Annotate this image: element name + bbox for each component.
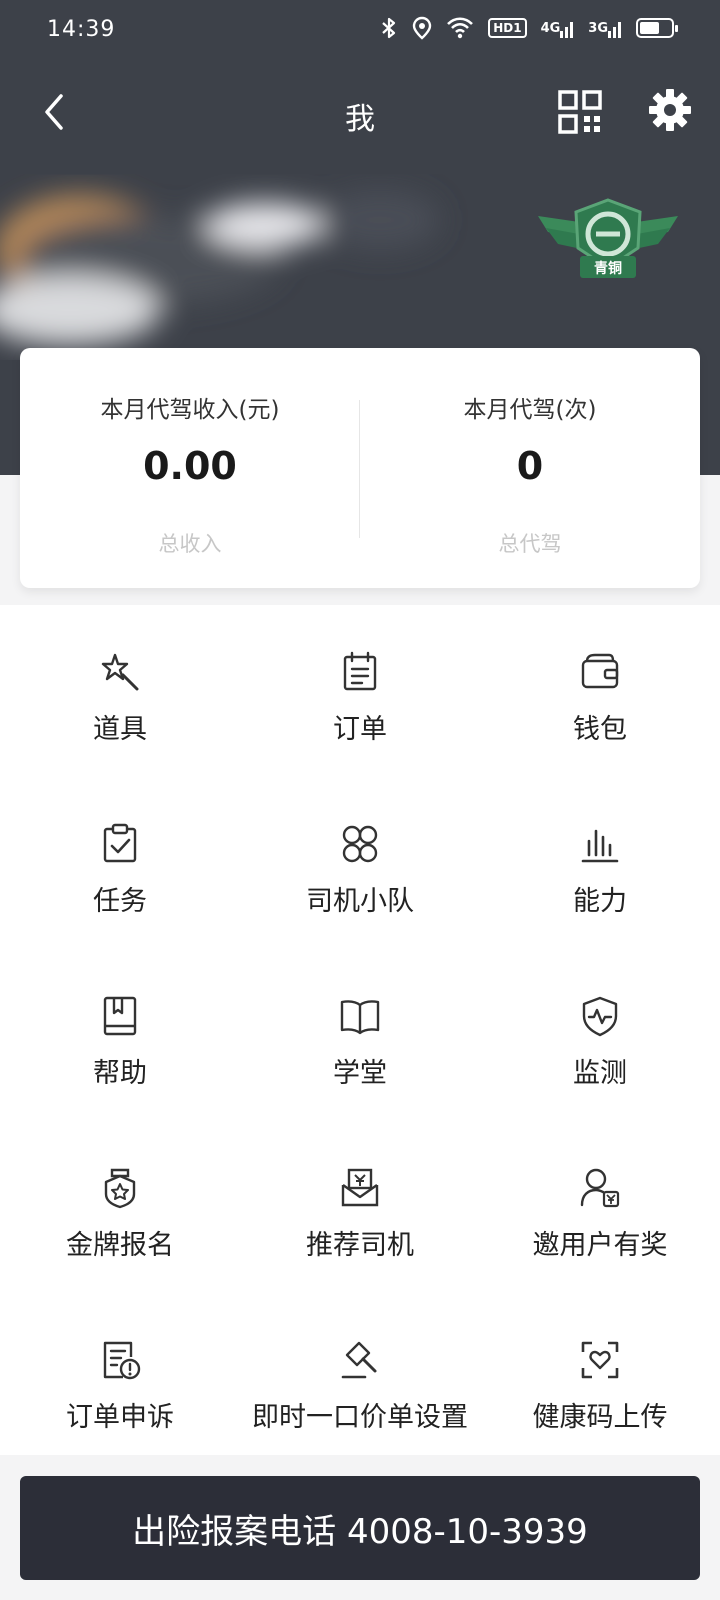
shield-monitor-icon bbox=[579, 995, 621, 1037]
task-icon bbox=[99, 823, 141, 865]
level-badge[interactable]: 青铜 bbox=[538, 196, 678, 288]
monthly-trips-label: 本月代驾(次) bbox=[463, 397, 597, 423]
hd-icon: HD1 bbox=[488, 18, 527, 38]
menu-item-label: 订单 bbox=[333, 714, 387, 745]
avatar[interactable] bbox=[0, 150, 470, 360]
menu-item-help[interactable]: 帮助 bbox=[0, 949, 240, 1121]
menu-item-label: 帮助 bbox=[93, 1058, 147, 1089]
menu-item-label: 推荐司机 bbox=[306, 1230, 414, 1261]
level-badge-label: 青铜 bbox=[594, 261, 622, 277]
total-trips-label: 总代驾 bbox=[498, 532, 562, 556]
team-icon bbox=[339, 823, 381, 865]
menu-item-school[interactable]: 学堂 bbox=[240, 949, 480, 1121]
signal-4g-icon: 4G bbox=[541, 18, 575, 38]
menu-item-label: 邀用户有奖 bbox=[532, 1230, 668, 1261]
medal-icon bbox=[99, 1167, 141, 1209]
recommend-envelope-icon bbox=[339, 1167, 381, 1209]
menu-item-props[interactable]: 道具 bbox=[0, 605, 240, 777]
menu-item-health-code-upload[interactable]: 健康码上传 bbox=[480, 1293, 720, 1465]
menu-item-monitor[interactable]: 监测 bbox=[480, 949, 720, 1121]
menu-item-label: 任务 bbox=[93, 886, 147, 917]
feature-grid: 道具 订单 钱包 任务 司机小队 能力 帮助 学堂 监测 金牌报名 推荐司机 邀… bbox=[0, 605, 720, 1455]
menu-item-tasks[interactable]: 任务 bbox=[0, 777, 240, 949]
appeal-icon bbox=[99, 1339, 141, 1381]
battery-icon bbox=[636, 18, 678, 38]
monthly-income-label: 本月代驾收入(元) bbox=[100, 397, 280, 423]
signal-4g-label: 4G bbox=[540, 20, 561, 36]
nav-bar: 我 bbox=[0, 76, 720, 152]
magic-wand-icon bbox=[99, 651, 141, 693]
menu-item-fixed-price-settings[interactable]: 即时一口价单设置 bbox=[240, 1293, 480, 1465]
health-scan-icon bbox=[579, 1339, 621, 1381]
menu-item-label: 学堂 bbox=[333, 1058, 387, 1089]
wallet-icon bbox=[579, 651, 621, 693]
qr-code-icon bbox=[558, 90, 602, 134]
wifi-icon bbox=[446, 17, 474, 39]
signal-3g-label: 3G bbox=[588, 20, 608, 36]
insurance-hotline-button[interactable]: 出险报案电话 4008-10-3939 bbox=[20, 1476, 700, 1580]
menu-item-order-appeal[interactable]: 订单申诉 bbox=[0, 1293, 240, 1465]
page-title: 我 bbox=[345, 102, 375, 137]
monthly-trips-stat[interactable]: 本月代驾(次) 0 总代驾 bbox=[360, 348, 700, 588]
monthly-trips-value: 0 bbox=[516, 444, 544, 488]
open-book-icon bbox=[339, 995, 381, 1037]
ability-chart-icon bbox=[579, 823, 621, 865]
menu-item-recommend-driver[interactable]: 推荐司机 bbox=[240, 1121, 480, 1293]
order-icon bbox=[339, 651, 381, 693]
menu-item-label: 订单申诉 bbox=[66, 1402, 174, 1433]
status-bar: 14:39 HD1 4G 3G bbox=[0, 0, 720, 64]
menu-item-label: 能力 bbox=[573, 886, 627, 917]
status-time: 14:39 bbox=[47, 17, 116, 42]
stats-card: 本月代驾收入(元) 0.00 总收入 本月代驾(次) 0 总代驾 bbox=[20, 348, 700, 588]
menu-item-gold-signup[interactable]: 金牌报名 bbox=[0, 1121, 240, 1293]
bluetooth-icon bbox=[380, 16, 398, 40]
menu-item-label: 监测 bbox=[573, 1058, 627, 1089]
menu-item-wallet[interactable]: 钱包 bbox=[480, 605, 720, 777]
monthly-income-stat[interactable]: 本月代驾收入(元) 0.00 总收入 bbox=[20, 348, 360, 588]
menu-item-label: 即时一口价单设置 bbox=[252, 1402, 468, 1433]
gear-icon bbox=[649, 89, 691, 131]
total-income-label: 总收入 bbox=[158, 532, 222, 556]
menu-item-driver-team[interactable]: 司机小队 bbox=[240, 777, 480, 949]
invite-user-icon bbox=[579, 1167, 621, 1209]
monthly-income-value: 0.00 bbox=[143, 444, 237, 488]
auction-hammer-icon bbox=[339, 1339, 381, 1381]
status-icons: HD1 4G 3G bbox=[380, 16, 678, 40]
menu-item-label: 钱包 bbox=[573, 714, 627, 745]
menu-item-orders[interactable]: 订单 bbox=[240, 605, 480, 777]
menu-item-label: 健康码上传 bbox=[532, 1402, 668, 1433]
menu-item-invite-user[interactable]: 邀用户有奖 bbox=[480, 1121, 720, 1293]
menu-item-label: 司机小队 bbox=[306, 886, 414, 917]
menu-item-label: 道具 bbox=[93, 714, 147, 745]
location-icon bbox=[412, 16, 432, 40]
settings-button[interactable] bbox=[648, 88, 692, 132]
menu-item-label: 金牌报名 bbox=[66, 1230, 174, 1261]
profile-page: 14:39 HD1 4G 3G 我 青铜 本月代驾收入(元) 0.00 总收入 … bbox=[0, 0, 720, 1600]
menu-item-ability[interactable]: 能力 bbox=[480, 777, 720, 949]
signal-3g-icon: 3G bbox=[588, 18, 622, 38]
help-book-icon bbox=[99, 995, 141, 1037]
battery-level bbox=[640, 22, 659, 34]
qr-code-button[interactable] bbox=[558, 90, 602, 134]
